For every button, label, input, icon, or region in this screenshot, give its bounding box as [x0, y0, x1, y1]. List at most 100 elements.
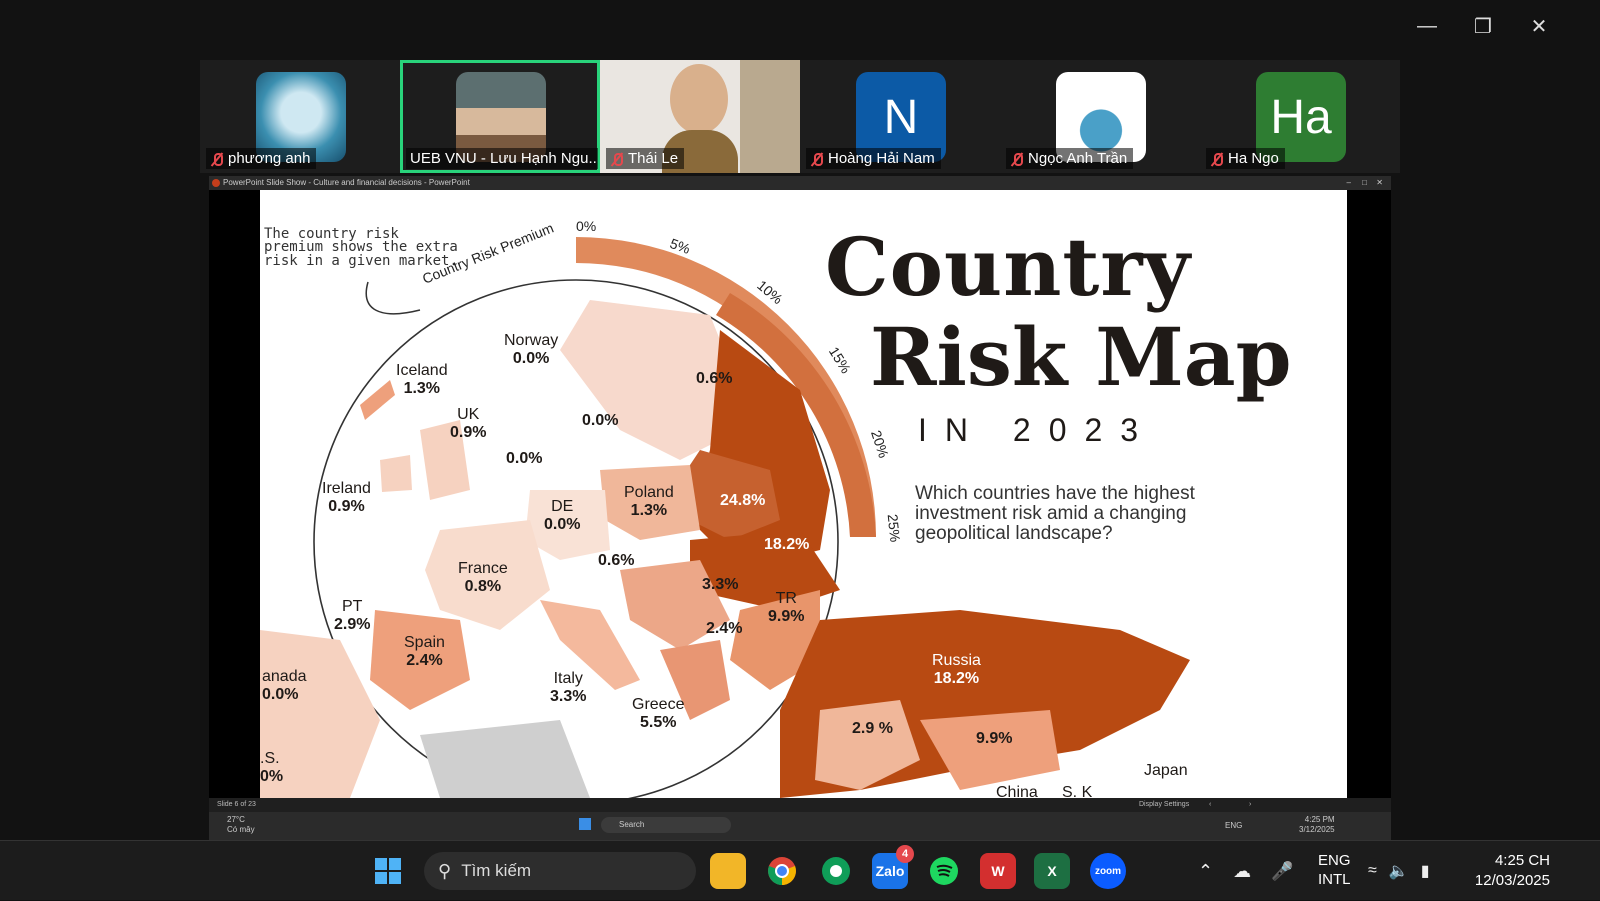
video-face [670, 64, 728, 134]
next-slide-icon[interactable]: › [1249, 798, 1251, 812]
label-norway: Norway 0.0% [504, 332, 559, 368]
label-uk: UK 0.9% [450, 406, 487, 442]
value-sweden: 0.0% [582, 412, 619, 429]
shared-restore-icon: □ [1362, 178, 1367, 187]
ireland-shape [380, 455, 412, 492]
shared-close-icon: ✕ [1376, 178, 1383, 187]
label-canada: anada 0.0% [262, 668, 307, 704]
cloud-icon[interactable]: ☁ [1233, 861, 1251, 882]
participant-name: Ngọc Anh Trần [1028, 150, 1128, 167]
label-greece: Greece 5.5% [632, 696, 685, 732]
label-portugal: PT 2.9% [334, 598, 371, 634]
label-korea-fragment: S. K [1062, 784, 1093, 798]
participant-name: phương anh [228, 150, 311, 167]
shared-time: 4:25 PM [1304, 815, 1335, 824]
participant-tile-video[interactable]: Thái Le [600, 60, 800, 173]
taskbar-search-box[interactable]: ⚲ Tìm kiếm [424, 852, 696, 890]
slideshow-status-bar: Slide 6 of 23 Display Settings ‹ › [209, 798, 1391, 812]
scale-tick-25: 25% [884, 513, 904, 543]
minimize-window-button[interactable]: — [1407, 10, 1447, 42]
shared-screen-taskbar: 27°C Có mây Search ENG 4:25 PM 3/12/2025 [209, 812, 1391, 840]
label-china-fragment: China [996, 784, 1038, 798]
intro-arrow [365, 281, 421, 315]
value-kazakhstan: 2.9 % [852, 720, 893, 737]
value-austria: 0.6% [598, 552, 635, 569]
windows-logo-icon [375, 858, 401, 884]
shared-window-titlebar: PowerPoint Slide Show - Culture and fina… [209, 176, 1391, 190]
shared-search-box: Search [601, 817, 731, 833]
label-japan: Japan [1144, 762, 1188, 779]
display-settings-button[interactable]: Display Settings [1139, 798, 1189, 812]
battery-icon[interactable]: ▮ [1421, 861, 1430, 881]
slide-counter: Slide 6 of 23 [217, 801, 256, 808]
shared-weather-temp: 27°C [227, 815, 245, 824]
search-placeholder: Tìm kiếm [461, 861, 532, 880]
system-tray: ⌃ ☁ 🎤 [1198, 841, 1294, 901]
slide: Country Risk Map IN 2023 Which countries… [260, 190, 1347, 798]
slide-intro: The country risk premium shows the extra… [264, 226, 458, 269]
value-bulgaria: 2.4% [706, 620, 743, 637]
prev-slide-icon[interactable]: ‹ [1209, 798, 1211, 812]
value-belarus: 24.8% [720, 492, 766, 509]
speaker-icon[interactable]: 🔈 [1389, 861, 1409, 881]
value-finland: 0.6% [696, 370, 733, 387]
clock-time: 4:25 CH [1494, 852, 1550, 869]
label-ireland: Ireland 0.9% [322, 480, 371, 516]
scale-tick-0: 0% [576, 218, 597, 234]
chrome-profile-icon[interactable] [818, 853, 854, 889]
shared-date: 3/12/2025 [1299, 825, 1335, 834]
shared-start-icon [579, 818, 591, 830]
wifi-icon[interactable]: ≈ [1368, 862, 1377, 880]
participant-tile[interactable]: phương anh [200, 60, 400, 173]
value-mongolia: 9.9% [976, 730, 1013, 747]
participant-tile-active[interactable]: UEB VNU - Lưu Hạnh Ngu... [400, 60, 600, 173]
start-button[interactable] [370, 853, 406, 889]
spotify-icon[interactable] [926, 853, 962, 889]
shared-screen: PowerPoint Slide Show - Culture and fina… [209, 176, 1391, 812]
mic-muted-icon [1010, 152, 1024, 166]
label-poland: Poland 1.3% [624, 484, 674, 520]
label-iceland: Iceland 1.3% [396, 362, 448, 398]
excel-icon[interactable]: X [1034, 853, 1070, 889]
clock-date: 12/03/2025 [1474, 872, 1550, 889]
africa-shape [420, 720, 590, 798]
microphone-icon[interactable]: 🎤 [1271, 861, 1293, 882]
language-indicator[interactable]: ENG INTL [1318, 851, 1351, 889]
zoom-icon[interactable]: zoom [1090, 853, 1126, 889]
value-ukraine: 18.2% [764, 536, 810, 553]
windows-taskbar: ⚲ Tìm kiếm Zalo 4 W X zoom ⌃ ☁ 🎤 ENG INT… [0, 840, 1600, 900]
participant-strip: phương anh UEB VNU - Lưu Hạnh Ngu... Thá… [200, 60, 1400, 173]
participant-tile[interactable]: N Hoàng Hải Nam [800, 60, 1000, 173]
close-window-button[interactable]: ✕ [1519, 10, 1559, 42]
slide-year: IN 2023 [918, 412, 1157, 448]
participant-name: UEB VNU - Lưu Hạnh Ngu... [410, 150, 598, 167]
chevron-up-icon[interactable]: ⌃ [1198, 861, 1213, 882]
participant-name: Ha Ngo [1228, 150, 1279, 167]
powerpoint-icon [212, 179, 220, 187]
label-us-fragment: .S. 0% [260, 750, 284, 786]
label-italy: Italy 3.3% [550, 670, 587, 706]
participant-name: Thái Le [628, 150, 679, 167]
wps-office-icon[interactable]: W [980, 853, 1016, 889]
participant-name: Hoàng Hải Nam [828, 150, 935, 167]
participant-tile[interactable]: Ha Ha Ngo [1200, 60, 1400, 173]
chrome-icon[interactable] [764, 853, 800, 889]
label-france: France 0.8% [458, 560, 508, 596]
participant-tile[interactable]: Ngọc Anh Trần [1000, 60, 1200, 173]
china-shape [920, 710, 1060, 790]
zalo-badge: 4 [896, 845, 914, 863]
mic-muted-icon [810, 152, 824, 166]
mic-muted-icon [210, 152, 224, 166]
zalo-icon[interactable]: Zalo 4 [872, 845, 914, 889]
clock[interactable]: 4:25 CH 12/03/2025 [1462, 851, 1550, 891]
mic-muted-icon [610, 152, 624, 166]
shared-lang: ENG [1225, 821, 1243, 830]
file-explorer-icon[interactable] [710, 853, 746, 889]
shared-window-title: PowerPoint Slide Show - Culture and fina… [223, 178, 470, 187]
value-denmark: 0.0% [506, 450, 543, 467]
shared-minimize-icon: – [1346, 178, 1351, 187]
slide-title-line1: Country [825, 220, 1191, 314]
restore-window-button[interactable]: ❐ [1463, 10, 1503, 42]
label-russia: Russia 18.2% [932, 652, 981, 688]
slide-question: Which countries have the highest investm… [915, 483, 1195, 544]
